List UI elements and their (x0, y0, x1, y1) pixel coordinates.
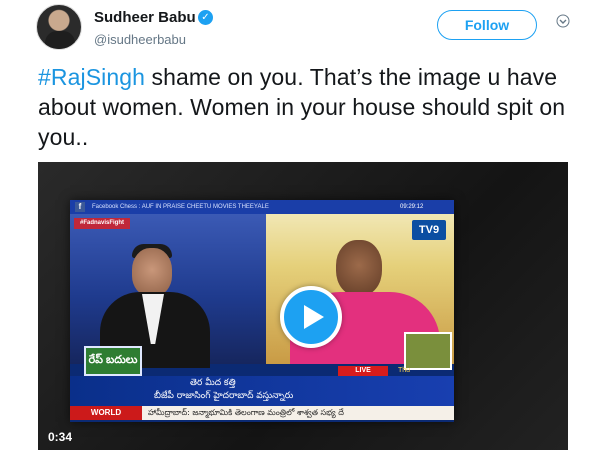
hashtag-link[interactable]: #RajSingh (38, 64, 145, 90)
tv-time: 09:29:12 (400, 204, 424, 210)
tv-ticker: హామీద్రాబాద్: జన్మాభూమికి తెలంగాణ మంత్రి… (142, 406, 454, 420)
anchor-head (132, 248, 172, 296)
lower-third-line-2: బీజేపీ రాజాసింగ్ హైదరాబాద్ వస్తున్నారు (154, 391, 294, 401)
play-icon (304, 305, 324, 329)
avatar[interactable] (36, 4, 82, 50)
tv-top-bar: f Facebook Chess : AUF IN PRAISE CHEETU … (70, 200, 454, 214)
live-badge: LIVE (338, 366, 388, 376)
tv-hashtag-tag: #FadnavisFight (74, 218, 131, 229)
show-logo: రేప్ బదులు (84, 346, 142, 376)
channel-logo: TV9 (412, 220, 446, 240)
guest-head (336, 240, 382, 296)
tv-day: Thu (398, 367, 411, 374)
facebook-icon: f (75, 202, 85, 212)
video-player[interactable]: f Facebook Chess : AUF IN PRAISE CHEETU … (38, 162, 568, 450)
tv-top-ticker: Facebook Chess : AUF IN PRAISE CHEETU MO… (92, 204, 269, 210)
lower-third-line-1: తెర మీద కత్తి (190, 378, 236, 388)
verified-badge-icon: ✓ (198, 10, 213, 25)
lower-third: తెర మీద కత్తి బీజేపీ రాజాసింగ్ హైదరాబాద్… (70, 376, 454, 406)
video-duration: 0:34 (48, 430, 73, 444)
tweet-text: #RajSingh shame on you. That’s the image… (38, 62, 568, 152)
author-handle[interactable]: @isudheerbabu (94, 32, 186, 47)
anchor-panel: రేప్ బదులు (70, 214, 266, 376)
follow-button[interactable]: Follow (437, 10, 537, 40)
chevron-down-icon[interactable] (555, 14, 571, 30)
play-button[interactable] (280, 286, 342, 348)
author-name[interactable]: Sudheer Babu (94, 9, 196, 26)
tweet-header: Sudheer Babu ✓ @isudheerbabu Follow (0, 0, 600, 58)
world-label: WORLD (70, 406, 142, 420)
inset-picture (404, 332, 452, 370)
tv-screen: f Facebook Chess : AUF IN PRAISE CHEETU … (70, 200, 454, 422)
